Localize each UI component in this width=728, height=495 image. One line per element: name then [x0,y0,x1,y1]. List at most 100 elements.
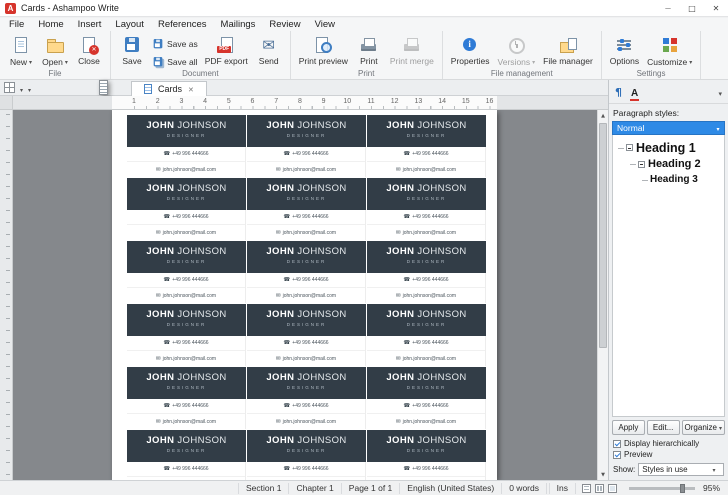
email-icon: ✉ [395,166,401,173]
close-button[interactable] [704,0,728,16]
card-header: JOHN JOHNSON DESIGNER [367,367,486,399]
document-page[interactable]: JOHN JOHNSON DESIGNER ☎ +49 996 444666 ✉ john… [112,110,497,480]
card-phone: +49 996 444666 [172,277,209,283]
character-styles-icon[interactable] [630,83,639,101]
minimize-button[interactable] [656,0,680,16]
status-insert-mode[interactable]: Ins [548,482,576,494]
open-button[interactable]: Open [39,33,71,68]
ruler-number: 7 [274,98,279,105]
scrollbar-thumb[interactable] [599,123,607,348]
ribbon: New Open Close File Save Save as Save all PDF e… [0,31,728,80]
collapse-expander-icon[interactable] [626,144,633,151]
menu-item-view[interactable]: View [308,18,342,31]
maximize-button[interactable] [680,0,704,16]
status-language[interactable]: English (United States) [400,482,503,494]
button-label: Properties [450,56,490,66]
status-page[interactable]: Page 1 of 1 [342,482,401,494]
style-item-heading-3[interactable]: Heading 3 [613,172,724,187]
card-email: john.johnson@mail.com [162,292,217,299]
style-item-heading-2[interactable]: Heading 2 [613,156,724,172]
print-preview-button[interactable]: Print preview [296,33,351,66]
menu-item-references[interactable]: References [151,18,214,31]
fullpage-view-icon[interactable] [607,483,617,493]
style-item-heading-1[interactable]: Heading 1 [613,139,724,156]
save-button[interactable]: Save [116,33,148,66]
card-first-name: JOHN [386,120,415,131]
zoom-slider[interactable] [628,483,695,493]
style-item-label: Heading 1 [636,140,696,155]
display-hierarchically-checkbox[interactable] [613,439,621,448]
card-header: JOHN JOHNSON DESIGNER [367,115,486,147]
print-button[interactable]: Print [353,33,385,66]
options-button[interactable]: Options [607,33,642,66]
menu-item-mailings[interactable]: Mailings [214,18,263,31]
save-as-button[interactable]: Save as [150,36,200,51]
card-email: john.johnson@mail.com [402,166,457,173]
collapse-expander-icon[interactable] [638,160,645,168]
business-card: JOHN JOHNSONDESIGNER☎+49 996 444666✉john… [247,430,366,480]
card-email: john.johnson@mail.com [402,418,457,425]
new-button[interactable]: New [5,33,37,68]
menu-item-file[interactable]: File [2,18,31,31]
preview-checkbox[interactable] [613,450,621,459]
properties-button[interactable]: Properties [448,33,493,66]
business-card: JOHN JOHNSONDESIGNER☎+49 996 444666✉john… [127,367,246,429]
close-button[interactable]: Close [73,33,105,66]
send-button[interactable]: Send [253,33,285,66]
menu-item-insert[interactable]: Insert [71,18,109,31]
business-card: JOHN JOHNSONDESIGNER☎+49 996 444666✉john… [367,304,486,366]
card-name: JOHN JOHNSON [127,121,246,131]
vertical-scrollbar[interactable] [597,110,608,480]
card-first-name: JOHN [266,309,295,320]
zoom-slider-thumb[interactable] [680,483,686,493]
scroll-up-icon[interactable] [598,110,608,121]
status-section[interactable]: Section 1 [238,482,290,494]
chevron-down-icon[interactable] [18,79,23,97]
card-contact: ☎+49 996 444666✉john.johnson@mail.com [127,336,246,366]
card-name: JOHN JOHNSON [127,310,246,320]
card-contact: ☎+49 996 444666✉john.johnson@mail.com [127,399,246,429]
file-manager-button[interactable]: File manager [540,33,596,66]
card-header: JOHN JOHNSON DESIGNER [127,178,246,210]
dropdown-caret-icon[interactable] [712,123,724,133]
status-word-count[interactable]: 0 words [502,482,547,494]
show-select[interactable]: Styles in use [638,463,724,476]
columns-view-icon[interactable] [594,483,604,493]
customize-button[interactable]: Customize [644,33,695,68]
tab-cards[interactable]: Cards [131,80,207,97]
organize-button[interactable]: Organize [681,420,726,435]
card-name: JOHN JOHNSON [367,121,486,131]
edit-button[interactable]: Edit... [646,420,680,435]
versions-button[interactable]: Versions [495,33,539,68]
chevron-down-icon[interactable] [26,79,31,97]
print-merge-button[interactable]: Print merge [387,33,437,66]
button-label: Options [609,56,640,66]
email-icon: ✉ [275,166,281,173]
apply-button[interactable]: Apply [612,420,645,435]
paragraph-styles-icon[interactable] [615,83,622,101]
menu-item-home[interactable]: Home [31,18,70,31]
card-email-line: ✉john.johnson@mail.com [127,288,245,303]
ruler-corner [0,96,13,109]
card-contact: ☎+49 996 444666✉john.johnson@mail.com [247,336,366,366]
save-all-button[interactable]: Save all [150,54,200,69]
printer-icon [359,35,379,55]
menu-item-review[interactable]: Review [262,18,307,31]
tab-close-icon[interactable] [188,84,194,94]
panel-options-caret-icon[interactable] [718,83,722,101]
pdf-export-button[interactable]: PDF export [202,33,251,66]
menu-item-layout[interactable]: Layout [108,18,151,31]
status-chapter[interactable]: Chapter 1 [289,482,342,494]
zoom-level[interactable]: 95% [701,483,728,493]
scroll-down-icon[interactable] [598,469,608,480]
style-selector-dropdown[interactable]: Normal [612,121,725,135]
document-view-icon[interactable] [99,80,108,95]
business-card: JOHN JOHNSONDESIGNER☎+49 996 444666✉john… [367,241,486,303]
ruler-number: 11 [367,98,375,105]
card-phone: +49 996 444666 [172,151,209,157]
normal-view-icon[interactable] [581,483,591,493]
dropdown-caret-icon[interactable] [708,465,720,474]
window-arrange-icon[interactable] [4,82,15,93]
card-email: john.johnson@mail.com [282,229,337,236]
pdf-export-icon [216,35,236,55]
